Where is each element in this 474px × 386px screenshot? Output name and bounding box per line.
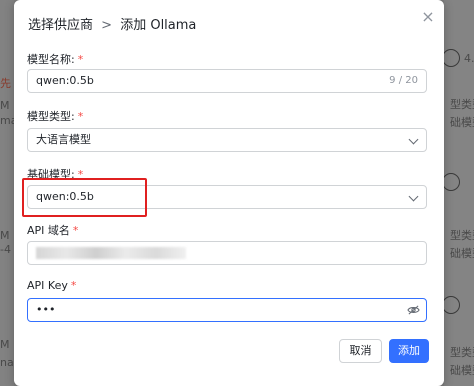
char-counter: 9 / 20 — [389, 75, 418, 86]
eye-icon[interactable] — [407, 304, 420, 316]
required-mark: * — [77, 110, 84, 123]
model-type-value: 大语言模型 — [36, 133, 91, 146]
backdrop-text: M — [0, 338, 10, 351]
openai-icon — [442, 49, 460, 67]
breadcrumb-parent[interactable]: 选择供应商 — [28, 18, 93, 33]
backdrop-text: 础模型 — [450, 116, 474, 129]
api-domain-label: API 域名 * — [27, 222, 78, 238]
api-key-masked-value: ••• — [36, 303, 56, 316]
model-name-label: 模型名称: * — [27, 51, 83, 67]
label-text: 模型类型: — [27, 110, 75, 123]
backdrop-text: -4 — [0, 243, 11, 256]
close-icon[interactable]: × — [419, 8, 437, 26]
chevron-down-icon — [408, 191, 419, 202]
breadcrumb-current: 添加 Ollama — [120, 18, 197, 33]
cancel-button[interactable]: 取消 — [339, 339, 382, 363]
openai-icon — [442, 296, 460, 314]
backdrop-text: 4. — [464, 52, 474, 65]
chevron-down-icon — [408, 134, 419, 145]
backdrop-text: 型类型 — [450, 346, 474, 359]
breadcrumb-separator: > — [101, 18, 113, 33]
add-button[interactable]: 添加 — [389, 339, 429, 363]
backdrop-text: 础模型 — [450, 247, 474, 260]
add-model-dialog: 选择供应商 > 添加 Ollama × 模型名称: * qwen:0.5b 9 /… — [14, 0, 444, 386]
api-key-label: API Key * — [27, 279, 76, 292]
backdrop-left-strip: 先 M ma M -4 M na — [0, 0, 17, 386]
model-type-select[interactable]: 大语言模型 — [27, 128, 427, 152]
label-text: API Key — [27, 279, 68, 292]
label-text: API 域名 — [27, 224, 70, 237]
redacted-value — [36, 247, 186, 259]
backdrop-text: na — [0, 356, 14, 369]
openai-icon — [442, 173, 460, 191]
backdrop-text: 型类型 — [450, 98, 474, 111]
backdrop-text: 先 — [0, 77, 11, 90]
label-text: 模型名称: — [27, 53, 75, 66]
backdrop-text: 础模型 — [450, 364, 474, 377]
model-name-value: qwen:0.5b — [36, 74, 94, 87]
required-mark: * — [77, 53, 84, 66]
api-domain-input[interactable] — [27, 241, 427, 265]
model-name-input[interactable]: qwen:0.5b 9 / 20 — [27, 69, 427, 93]
required-mark: * — [72, 224, 79, 237]
backdrop-text: M — [0, 229, 10, 242]
backdrop-text: M — [0, 99, 10, 112]
backdrop-right-strip: 4. 型类型 础模型 型类型 础模型 型类型 础模型 — [442, 0, 474, 386]
annotation-highlight-box — [22, 178, 147, 217]
model-type-label: 模型类型: * — [27, 108, 83, 124]
backdrop-text: 型类型 — [450, 229, 474, 242]
api-key-input[interactable]: ••• — [27, 298, 427, 322]
dialog-title: 选择供应商 > 添加 Ollama — [28, 14, 196, 33]
required-mark: * — [70, 279, 77, 292]
